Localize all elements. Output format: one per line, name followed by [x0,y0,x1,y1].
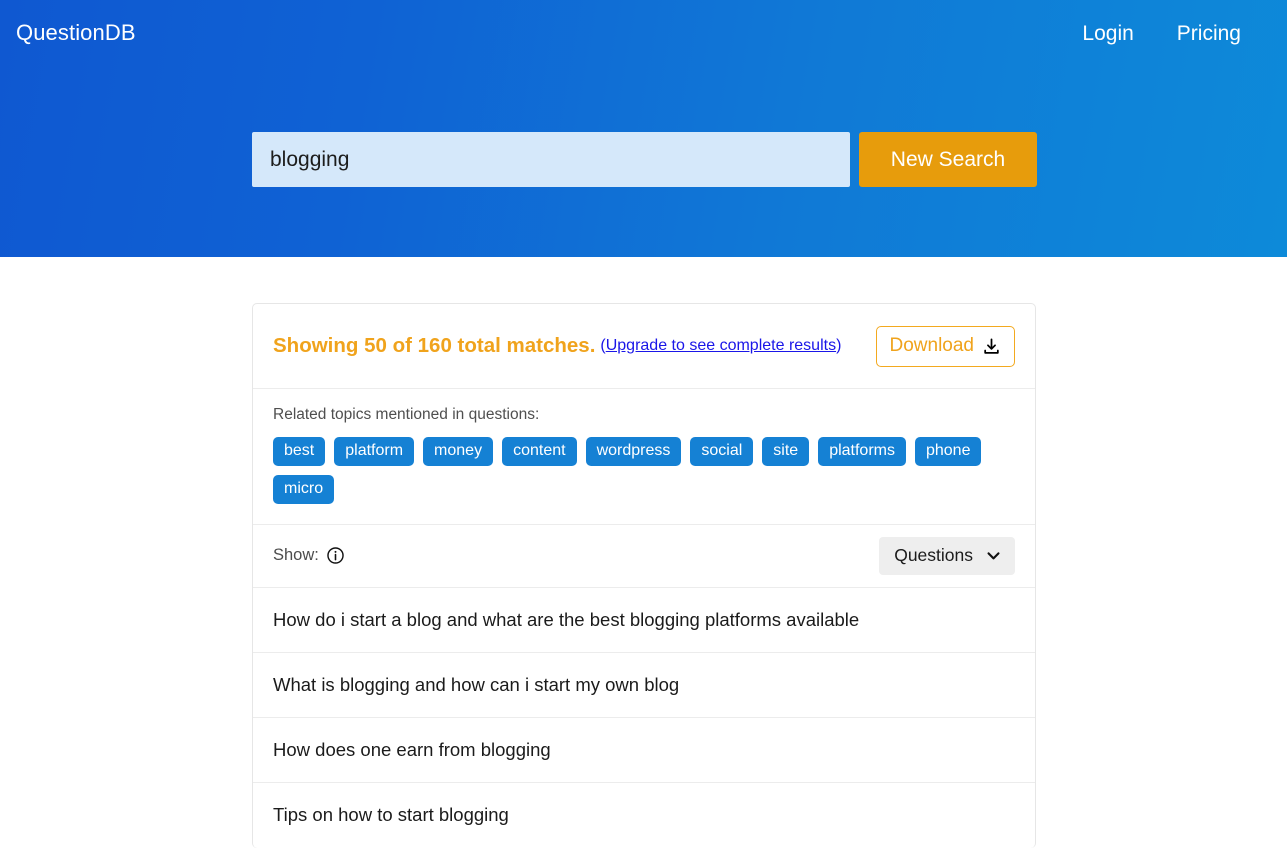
download-icon [984,338,999,354]
related-topics-section: Related topics mentioned in questions: b… [253,389,1035,525]
top-navigation: QuestionDB Login Pricing [0,0,1287,66]
upgrade-notice: (Upgrade to see complete results) [600,337,841,355]
nav-link-pricing[interactable]: Pricing [1177,23,1241,44]
topic-tag[interactable]: social [690,436,754,466]
results-summary-row: Showing 50 of 160 total matches. (Upgrad… [253,304,1035,389]
download-button-label: Download [889,335,975,356]
topic-tag-list: best platform money content wordpress so… [273,436,1015,504]
download-button[interactable]: Download [875,325,1015,367]
nav-link-login[interactable]: Login [1082,23,1133,44]
upgrade-link[interactable]: Upgrade to see complete results [606,337,836,354]
show-label: Show: [273,546,319,565]
question-text: What is blogging and how can i start my … [273,673,680,695]
results-card: Showing 50 of 160 total matches. (Upgrad… [252,303,1036,848]
results-count-text: Showing 50 of 160 total matches. [273,334,596,358]
topic-tag[interactable]: micro [273,474,335,504]
related-topics-label: Related topics mentioned in questions: [273,406,540,423]
paren-close: ) [836,337,842,354]
show-type-dropdown[interactable]: Questions [879,536,1015,575]
info-circle-icon[interactable] [326,546,345,565]
search-bar: New Search [252,132,1037,187]
question-text: How do i start a blog and what are the b… [273,608,860,630]
new-search-button[interactable]: New Search [859,132,1037,187]
question-row[interactable]: What is blogging and how can i start my … [253,653,1035,718]
nav-links: Login Pricing [1082,23,1241,44]
topic-tag[interactable]: phone [914,436,982,466]
brand-logo[interactable]: QuestionDB [16,22,136,44]
topic-tag[interactable]: wordpress [585,436,682,466]
search-input[interactable] [252,132,850,187]
question-list: How do i start a blog and what are the b… [253,588,1035,848]
question-row[interactable]: Tips on how to start blogging [253,783,1035,848]
question-row[interactable]: How do i start a blog and what are the b… [253,588,1035,653]
topic-tag[interactable]: site [762,436,810,466]
header-band: QuestionDB Login Pricing New Search [0,0,1287,257]
question-text: Tips on how to start blogging [273,804,509,826]
topic-tag[interactable]: content [502,436,577,466]
show-type-value: Questions [894,545,973,566]
topic-tag[interactable]: best [273,436,326,466]
question-row[interactable]: How does one earn from blogging [253,718,1035,783]
topic-tag[interactable]: money [423,436,494,466]
show-filter-row: Show: Questions [253,525,1035,588]
chevron-down-icon [987,552,1000,560]
topic-tag[interactable]: platform [334,436,415,466]
question-text: How does one earn from blogging [273,738,551,760]
topic-tag[interactable]: platforms [818,436,906,466]
